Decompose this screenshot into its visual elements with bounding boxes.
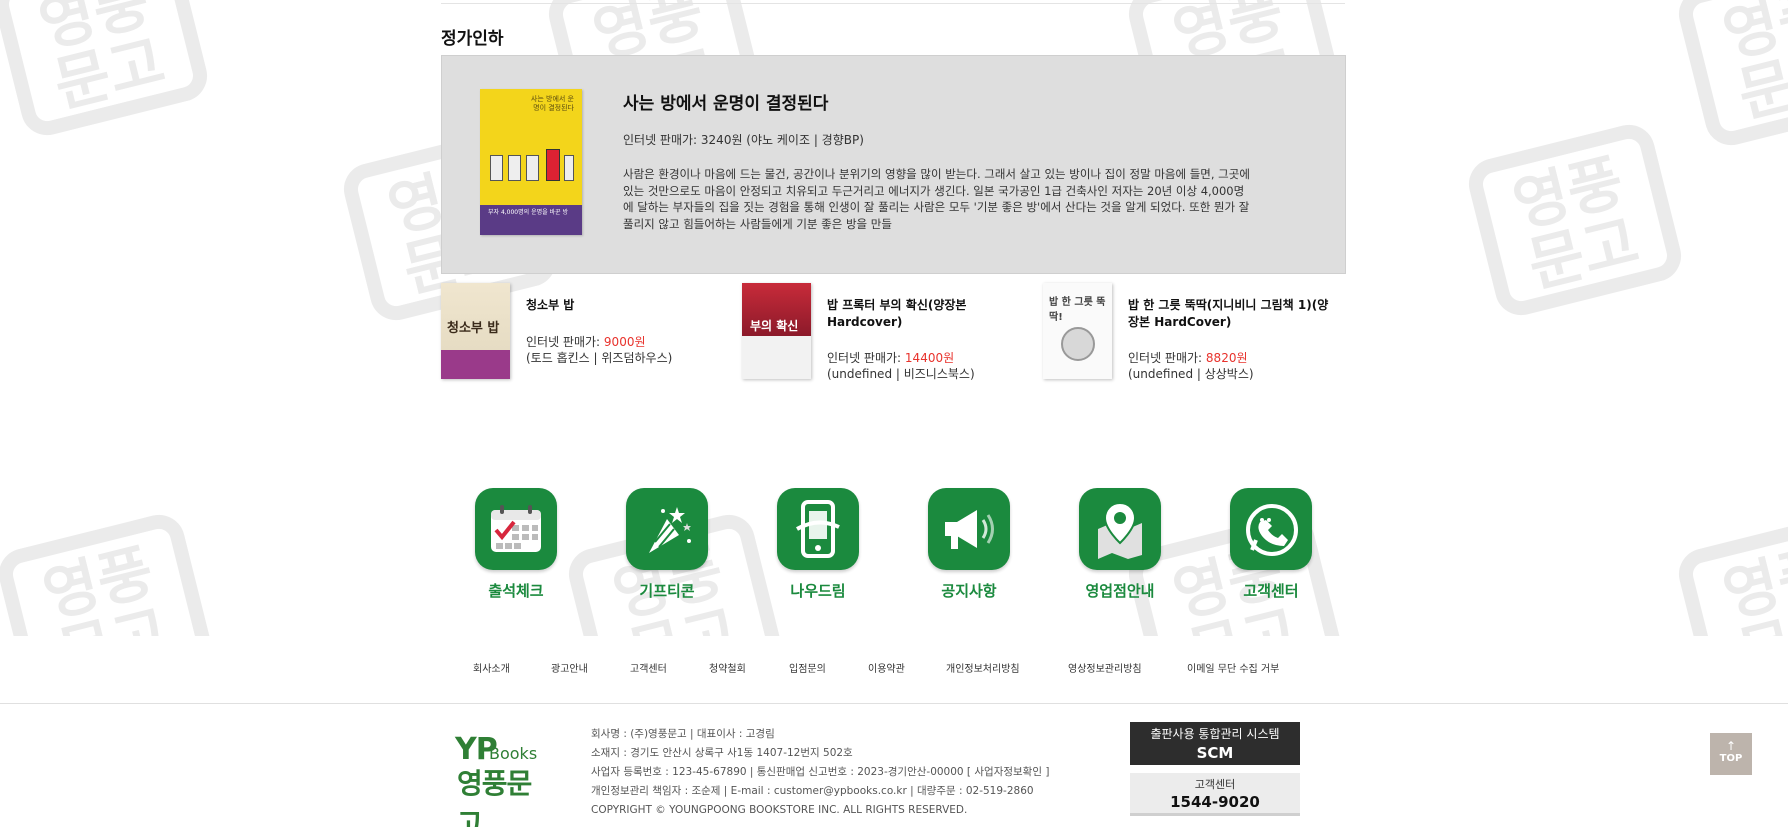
- service-label[interactable]: 출석체크: [454, 580, 578, 601]
- book-publisher: (토드 홉킨스 | 위즈덤하우스): [526, 351, 673, 365]
- book-cover[interactable]: 부의 확신: [742, 283, 811, 379]
- scroll-top-button[interactable]: ↑ TOP: [1710, 733, 1752, 775]
- footer-link-video-policy[interactable]: 영상정보관리방침: [1068, 660, 1142, 675]
- book-cover[interactable]: 청소부 밥: [441, 283, 510, 379]
- service-attendance[interactable]: 출석체크: [474, 488, 558, 601]
- map-pin-icon[interactable]: [1079, 488, 1161, 570]
- top-divider: [441, 3, 1345, 4]
- footer-link-email-refusal[interactable]: 이메일 무단 수집 거부: [1187, 660, 1279, 675]
- book-title[interactable]: 밥 프록터 부의 확신(양장본 Hardcover): [827, 297, 1037, 331]
- book-title[interactable]: 밥 한 그릇 뚝딱(지니비니 그림책 1)(양장본 HardCover): [1128, 297, 1338, 331]
- book-item[interactable]: 청소부 밥 청소부 밥 인터넷 판매가: 9000원 (토드 홉킨스 | 위즈덤…: [441, 283, 741, 383]
- customer-center-box: 고객센터 1544-9020: [1130, 773, 1300, 816]
- footer-link-ads[interactable]: 광고안내: [551, 660, 588, 675]
- service-label[interactable]: 나우드림: [756, 580, 880, 601]
- book-item[interactable]: 부의 확신 밥 프록터 부의 확신(양장본 Hardcover) 인터넷 판매가…: [742, 283, 1042, 383]
- book-price: 14400원: [904, 351, 955, 365]
- cover-title-text: 사는 방에서 운명이 결정된다: [530, 95, 574, 112]
- book-title[interactable]: 청소부 밥: [526, 297, 736, 314]
- ypbooks-logo[interactable]: YP Books 영풍문고: [455, 732, 555, 827]
- company-address-line: 소재지 : 경기도 안산시 상록구 사1동 1407-12번지 502호: [591, 747, 853, 759]
- book-publisher: (undefined | 상상박스): [1128, 367, 1254, 381]
- watermark-logo: 영풍문고: [1673, 0, 1788, 151]
- footer-link-withdrawal[interactable]: 청약철회: [709, 660, 746, 675]
- calendar-icon[interactable]: [475, 488, 557, 570]
- book-price-line: 인터넷 판매가: 8820원: [1128, 351, 1248, 365]
- footer-link-partnership[interactable]: 입점문의: [789, 660, 826, 675]
- footer-divider: [0, 703, 1788, 704]
- company-name-line: 회사명 : (주)영풍문고 | 대표이사 : 고경림: [591, 728, 775, 740]
- service-store-locator[interactable]: 영업점안내: [1078, 488, 1162, 601]
- book-price-line: 인터넷 판매가: 14400원: [827, 351, 955, 365]
- cover-band: 부자 4,000명의 운명을 바꾼 방: [480, 205, 582, 235]
- footer-link-customer-center[interactable]: 고객센터: [630, 660, 667, 675]
- book-publisher: (undefined | 비즈니스북스): [827, 367, 975, 381]
- business-registration-line: 사업자 등록번호 : 123-45-67890 | 통신판매업 신고번호 : 2…: [591, 766, 1050, 778]
- book-cover[interactable]: 밥 한 그릇 뚝딱!: [1043, 283, 1112, 379]
- service-notice[interactable]: 공지사항: [927, 488, 1011, 601]
- featured-book-cover[interactable]: 사는 방에서 운명이 결정된다 부자 4,000명의 운명을 바꾼 방: [480, 89, 582, 235]
- book-item[interactable]: 밥 한 그릇 뚝딱! 밥 한 그릇 뚝딱(지니비니 그림책 1)(양장본 Har…: [1043, 283, 1343, 383]
- watermark-logo: 영풍문고: [1673, 509, 1788, 636]
- footer-link-terms[interactable]: 이용약관: [868, 660, 905, 675]
- service-customer-center[interactable]: 고객센터: [1229, 488, 1313, 601]
- service-nowdream[interactable]: 나우드림: [776, 488, 860, 601]
- footer-link-company[interactable]: 회사소개: [473, 660, 510, 675]
- service-label[interactable]: 기프티콘: [605, 580, 729, 601]
- privacy-contact-line: 개인정보관리 책임자 : 조순제 | E-mail : customer@ypb…: [591, 785, 1034, 797]
- cover-illustration: [490, 149, 574, 185]
- megaphone-icon[interactable]: [928, 488, 1010, 570]
- scm-button[interactable]: 출판사용 통합관리 시스템 SCM: [1130, 722, 1300, 765]
- book-price: 9000원: [603, 335, 646, 349]
- footer-link-privacy[interactable]: 개인정보처리방침: [946, 660, 1020, 675]
- party-icon[interactable]: [626, 488, 708, 570]
- service-label[interactable]: 영업점안내: [1058, 580, 1182, 601]
- featured-book-price: 인터넷 판매가: 3240원 (야노 케이조 | 경향BP): [623, 133, 864, 147]
- featured-book-description: 사람은 환경이나 마음에 드는 물건, 공간이나 분위기의 영향을 많이 받는다…: [623, 167, 1250, 231]
- phone-chat-icon[interactable]: [1230, 488, 1312, 570]
- service-label[interactable]: 고객센터: [1209, 580, 1333, 601]
- watermark-logo: 영풍문고: [0, 0, 213, 141]
- copyright-line: COPYRIGHT © YOUNGPOONG BOOKSTORE INC. AL…: [591, 804, 968, 816]
- watermark-logo: 영풍문고: [0, 509, 217, 636]
- section-title: 정가인하: [441, 29, 504, 49]
- company-info: 회사명 : (주)영풍문고 | 대표이사 : 고경림 소재지 : 경기도 안산시…: [591, 725, 1049, 820]
- book-price-line: 인터넷 판매가: 9000원: [526, 335, 646, 349]
- service-gifticon[interactable]: 기프티콘: [625, 488, 709, 601]
- featured-book-title[interactable]: 사는 방에서 운명이 결정된다: [623, 89, 828, 114]
- arrow-up-icon: ↑: [1725, 739, 1737, 753]
- book-price: 8820원: [1205, 351, 1248, 365]
- service-label[interactable]: 공지사항: [907, 580, 1031, 601]
- watermark-logo: 영풍문고: [1463, 119, 1687, 321]
- customer-center-phone: 1544-9020: [1170, 793, 1260, 811]
- featured-book-panel: 사는 방에서 운명이 결정된다 부자 4,000명의 운명을 바꾼 방 사는 방…: [441, 55, 1346, 274]
- mobile-icon[interactable]: [777, 488, 859, 570]
